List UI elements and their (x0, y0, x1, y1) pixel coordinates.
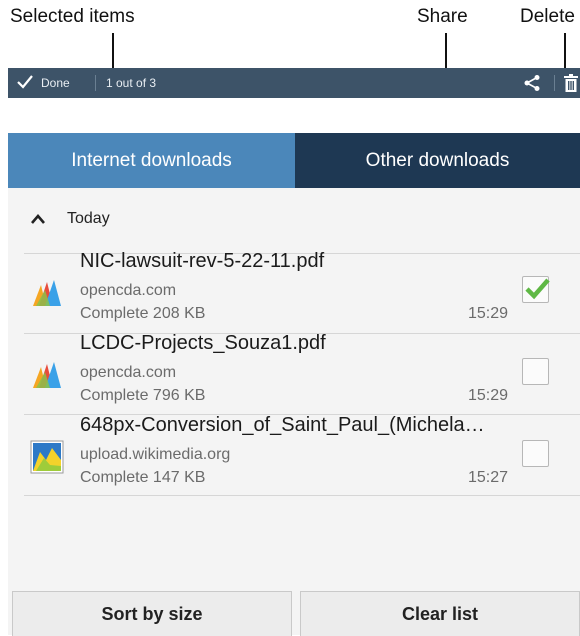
pdf-document-icon (33, 362, 61, 388)
callout-delete: Delete (520, 6, 575, 27)
download-tabs: Internet downloads Other downloads (8, 133, 580, 188)
chevron-up-icon (31, 214, 45, 224)
item-domain: opencda.com (80, 282, 177, 299)
sort-by-size-button[interactable]: Sort by size (12, 591, 292, 636)
item-checkbox-checked[interactable] (522, 276, 550, 303)
item-filename: NIC-lawsuit-rev-5-22-11.pdf (80, 250, 325, 272)
share-icon[interactable] (523, 74, 541, 92)
item-status: Complete 208 KB (80, 305, 206, 322)
delete-trash-icon[interactable] (564, 74, 578, 92)
callout-selected-items: Selected items (10, 6, 135, 27)
image-file-icon (30, 440, 64, 474)
download-item[interactable]: LCDC-Projects_Souza1.pdf opencda.com Com… (24, 332, 580, 412)
pdf-document-icon (33, 280, 61, 306)
clear-list-button[interactable]: Clear list (300, 591, 580, 636)
contextual-action-bar: Done 1 out of 3 (8, 68, 580, 98)
item-checkbox[interactable] (522, 358, 549, 385)
item-filename: LCDC-Projects_Souza1.pdf (80, 332, 326, 354)
item-status: Complete 796 KB (80, 387, 206, 404)
callout-share: Share (417, 6, 468, 27)
download-item[interactable]: NIC-lawsuit-rev-5-22-11.pdf opencda.com … (24, 250, 580, 330)
done-check-icon[interactable] (16, 73, 34, 91)
action-bar-divider (95, 75, 96, 91)
item-checkbox[interactable] (522, 440, 549, 467)
group-label: Today (67, 210, 110, 227)
action-bar-divider-2 (554, 75, 555, 91)
item-domain: opencda.com (80, 364, 177, 381)
downloads-list: Today NIC-lawsuit-rev-5-22-11.pdf opencd… (8, 188, 580, 635)
item-time: 15:27 (468, 469, 509, 486)
item-domain: upload.wikimedia.org (80, 446, 231, 463)
done-button[interactable]: Done (41, 76, 70, 90)
item-filename: 648px-Conversion_of_Saint_Paul_(Michela… (80, 414, 485, 436)
tab-internet-downloads[interactable]: Internet downloads (8, 133, 295, 188)
callout-line-delete (564, 33, 566, 71)
download-item[interactable]: 648px-Conversion_of_Saint_Paul_(Michela…… (24, 414, 580, 494)
item-time: 15:29 (468, 305, 509, 322)
item-time: 15:29 (468, 387, 509, 404)
item-status: Complete 147 KB (80, 469, 206, 486)
divider (24, 495, 580, 496)
checkmark-icon (525, 278, 550, 300)
tab-other-downloads[interactable]: Other downloads (295, 133, 580, 188)
selection-count: 1 out of 3 (106, 76, 157, 90)
